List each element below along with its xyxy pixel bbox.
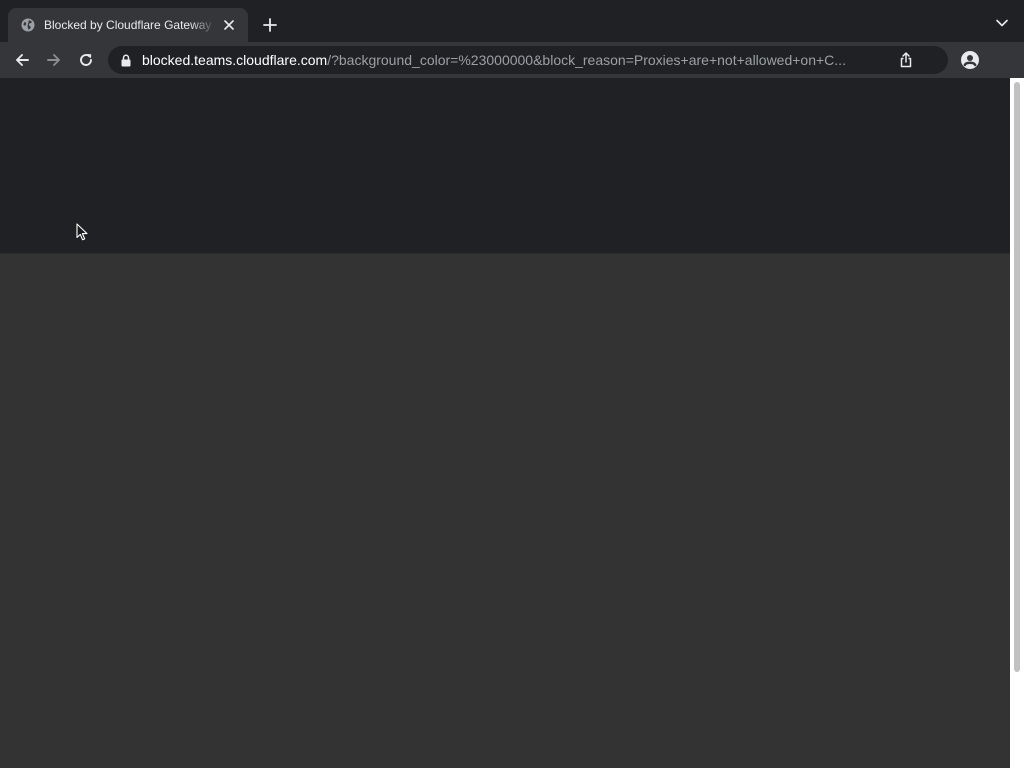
chevron-down-icon[interactable] bbox=[992, 13, 1012, 33]
arrow-right-icon[interactable] bbox=[41, 47, 67, 73]
address-bar[interactable]: blocked.teams.cloudflare.com/?background… bbox=[108, 46, 948, 74]
page-header-band bbox=[0, 78, 1010, 254]
vertical-scrollbar[interactable] bbox=[1010, 78, 1024, 768]
plus-icon[interactable] bbox=[258, 13, 282, 37]
mouse-cursor-icon bbox=[76, 223, 88, 241]
tab-strip: Blocked by Cloudflare Gateway bbox=[0, 0, 1024, 42]
url-host: blocked.teams.cloudflare.com bbox=[142, 52, 328, 68]
globe-icon bbox=[20, 17, 36, 33]
url-path: /?background_color=%23000000&block_reaso… bbox=[327, 52, 846, 68]
person-icon[interactable] bbox=[958, 48, 982, 72]
tab-title: Blocked by Cloudflare Gateway bbox=[44, 18, 212, 32]
url-text[interactable]: blocked.teams.cloudflare.com/?background… bbox=[142, 52, 888, 68]
tab-active[interactable]: Blocked by Cloudflare Gateway bbox=[8, 8, 248, 42]
page-body bbox=[0, 255, 1010, 768]
scrollbar-thumb[interactable] bbox=[1014, 82, 1020, 672]
arrow-left-icon[interactable] bbox=[9, 47, 35, 73]
reload-icon[interactable] bbox=[73, 47, 99, 73]
browser-window: Blocked by Cloudflare Gateway blocked.te… bbox=[0, 0, 1024, 768]
page-viewport bbox=[0, 78, 1024, 768]
share-icon[interactable] bbox=[896, 50, 916, 70]
close-icon[interactable] bbox=[220, 16, 238, 34]
lock-icon[interactable] bbox=[120, 53, 132, 67]
toolbar: blocked.teams.cloudflare.com/?background… bbox=[0, 42, 1024, 78]
